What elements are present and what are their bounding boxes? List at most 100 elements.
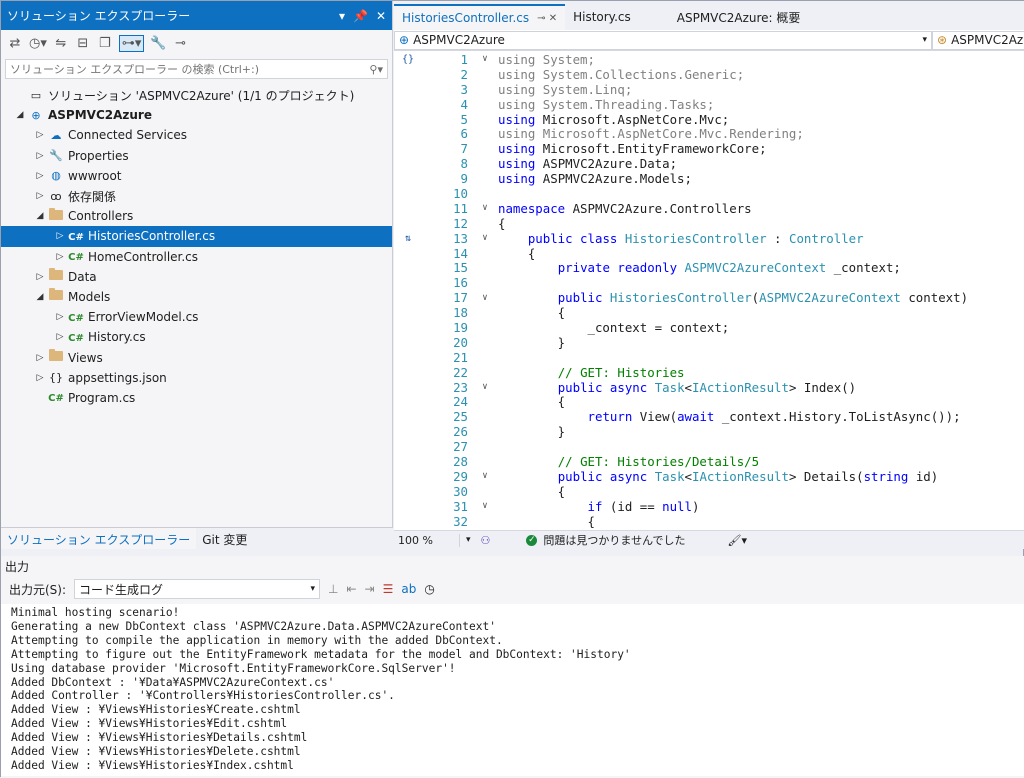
code-text: { <box>498 513 595 529</box>
close-icon[interactable]: ✕ <box>376 9 386 23</box>
collapsed-arrow-icon[interactable]: ▷ <box>33 171 47 181</box>
collapsed-arrow-icon[interactable]: ▷ <box>33 151 47 161</box>
tab-solution-explorer[interactable]: ソリューション エクスプローラー <box>1 528 197 549</box>
clear-all-icon[interactable]: ☰ <box>383 582 394 596</box>
output-line: Added View : ¥Views¥Histories¥Details.cs… <box>11 731 308 745</box>
tree-node[interactable]: ▷ C# History.cs <box>1 327 392 347</box>
fold-chevron-icon[interactable]: ∨ <box>472 293 498 303</box>
editor-tab[interactable]: ASPMVC2Azure: 概要 <box>669 4 809 30</box>
collapsed-arrow-icon[interactable]: ▷ <box>53 312 67 322</box>
solution-explorer-search[interactable]: ⚲▾ <box>5 59 388 79</box>
tree-node[interactable]: ◢ Controllers <box>1 206 392 226</box>
tree-node[interactable]: ▷ C# HomeController.cs <box>1 247 392 267</box>
folder-icon <box>47 207 65 223</box>
tree-node[interactable]: C# Program.cs <box>1 388 392 408</box>
preview-selected-icon[interactable]: ⊶▾ <box>118 35 145 52</box>
gutter-glyph-icon[interactable]: ⇅ <box>394 233 422 244</box>
fold-chevron-icon[interactable]: ∨ <box>472 501 498 511</box>
collapse-all-icon[interactable]: ⊟ <box>75 36 91 51</box>
fold-chevron-icon[interactable]: ∨ <box>472 471 498 481</box>
editor-tab[interactable]: History.cs <box>565 4 639 30</box>
search-icon[interactable]: ⚲▾ <box>369 63 383 76</box>
gutter-glyph-icon[interactable]: {} <box>394 54 422 65</box>
line-number: 28 <box>453 454 468 469</box>
output-source-combo[interactable]: コード生成ログ ▾ <box>74 579 321 599</box>
sync-icon[interactable]: ⇋ <box>53 36 69 51</box>
properties-wrench-icon[interactable]: 🔧 <box>150 36 166 51</box>
output-line: Added View : ¥Views¥Histories¥Create.csh… <box>11 703 301 717</box>
line-number: 24 <box>453 394 468 410</box>
code-area[interactable]: {} 1 ∨ using System; 2 using System.Collectio… <box>394 52 1024 530</box>
previous-message-icon[interactable]: ⇤ <box>346 582 356 596</box>
code-text: } <box>498 424 566 440</box>
line-number: 13 <box>453 230 468 246</box>
fold-chevron-icon[interactable]: ∨ <box>472 382 498 392</box>
zoom-dropdown-icon[interactable]: ▾ <box>466 535 471 545</box>
pin-icon[interactable]: 📌 <box>353 9 368 23</box>
tree-node[interactable]: ▷ C# HistoriesController.cs <box>1 226 392 247</box>
type-combo[interactable]: ⊛ ASPMVC2Azure <box>932 30 1024 50</box>
code-line: {} 1 ∨ using System; <box>394 52 1024 67</box>
output-line: Attempting to figure out the EntityFrame… <box>11 647 631 661</box>
output-text[interactable]: Minimal hosting scenario! Generating a ne… <box>1 604 1024 776</box>
code-text: public HistoriesController(ASPMVC2AzureC… <box>557 290 969 306</box>
output-line: Added View : ¥Views¥Histories¥Edit.cshtm… <box>11 717 288 731</box>
issues-status[interactable]: 問題は見つかりませんでした <box>543 532 685 548</box>
fold-chevron-icon[interactable]: ∨ <box>472 233 498 243</box>
collapsed-arrow-icon[interactable]: ▷ <box>53 252 67 262</box>
show-all-files-icon[interactable]: ❐ <box>97 36 113 51</box>
brush-icon[interactable]: 🖌▾ <box>728 534 748 547</box>
line-number: 26 <box>453 424 468 440</box>
tree-node[interactable]: ▭ ソリューション 'ASPMVC2Azure' (1/1 のプロジェクト) <box>1 85 392 105</box>
minus-icon[interactable]: ⊸ <box>173 36 189 51</box>
output-line: Added DbContext : '¥Data¥ASPMVC2AzureCon… <box>11 675 335 689</box>
expanded-arrow-icon[interactable]: ◢ <box>33 292 47 302</box>
collapsed-arrow-icon[interactable]: ▷ <box>33 191 47 201</box>
line-number: 21 <box>453 349 468 365</box>
search-input[interactable] <box>10 62 370 76</box>
collapsed-arrow-icon[interactable]: ▷ <box>53 332 67 342</box>
collapsed-arrow-icon[interactable]: ▷ <box>53 231 67 241</box>
code-text: using System.Collections.Generic; <box>498 66 745 82</box>
tree-node-label: Connected Services <box>68 128 188 143</box>
tab-git-changes[interactable]: Git 変更 <box>196 528 253 549</box>
tree-node[interactable]: ▷ C# ErrorViewModel.cs <box>1 307 392 327</box>
timestamp-icon[interactable]: ◷ <box>424 582 434 596</box>
switch-views-icon[interactable]: ⇄ <box>7 36 23 51</box>
project-combo[interactable]: ⊕ ASPMVC2Azure ▾ <box>394 30 932 50</box>
tree-node[interactable]: ▷ ꝏ 依存関係 <box>1 186 392 206</box>
tab-pin-close-icons[interactable]: ⊸ ✕ <box>537 13 557 24</box>
tree-node[interactable]: ▷ 🔧 Properties <box>1 146 392 166</box>
editor-tab-label: History.cs <box>573 10 631 24</box>
code-text: } <box>498 334 566 350</box>
word-wrap-icon[interactable]: ab <box>401 582 416 596</box>
zoom-level[interactable]: 100 % <box>398 533 460 547</box>
pending-changes-icon[interactable]: ◷▾ <box>29 36 47 51</box>
expanded-arrow-icon[interactable]: ◢ <box>13 110 27 120</box>
copilot-icon[interactable]: ⚇ <box>481 534 491 547</box>
find-message-icon[interactable]: ⊥ <box>328 582 338 596</box>
tree-node[interactable]: ▷{} appsettings.json <box>1 368 392 388</box>
tree-node[interactable]: ▷ Views <box>1 347 392 367</box>
tree-node[interactable]: ▷ ◍ wwwroot <box>1 166 392 186</box>
collapsed-arrow-icon[interactable]: ▷ <box>33 130 47 140</box>
tree-node[interactable]: ▷ ☁ Connected Services <box>1 125 392 145</box>
solution-tree: ▭ ソリューション 'ASPMVC2Azure' (1/1 のプロジェクト) ◢ ⊕ A… <box>1 85 392 408</box>
fold-chevron-icon[interactable]: ∨ <box>472 203 498 213</box>
code-line: 6 using Microsoft.AspNetCore.Mvc.Renderin… <box>394 126 1024 141</box>
tree-node[interactable]: ◢ ⊕ ASPMVC2Azure <box>1 105 392 125</box>
window-position-button[interactable]: ▾ <box>339 9 345 23</box>
line-number: 23 <box>453 379 468 395</box>
collapsed-arrow-icon[interactable]: ▷ <box>33 353 47 363</box>
editor-tab[interactable]: HistoriesController.cs ⊸ ✕ <box>394 4 566 30</box>
csharp-file-icon: C# <box>68 332 84 344</box>
code-line: 26 } <box>394 424 1024 439</box>
fold-chevron-icon[interactable]: ∨ <box>472 54 498 64</box>
line-number: 4 <box>460 96 468 112</box>
collapsed-arrow-icon[interactable]: ▷ <box>33 272 47 282</box>
tree-node[interactable]: ▷ Data <box>1 267 392 287</box>
collapsed-arrow-icon[interactable]: ▷ <box>33 373 47 383</box>
tree-node[interactable]: ◢ Models <box>1 287 392 307</box>
next-message-icon[interactable]: ⇥ <box>365 582 375 596</box>
expanded-arrow-icon[interactable]: ◢ <box>33 211 47 221</box>
